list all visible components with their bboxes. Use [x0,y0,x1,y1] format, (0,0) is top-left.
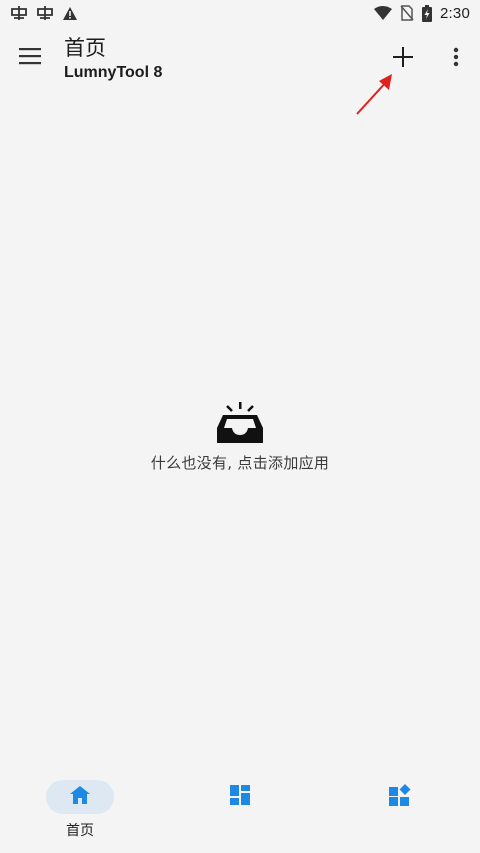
nav-pill-dashboard [206,780,274,814]
wifi-icon [374,6,392,20]
nav-item-dashboard[interactable] [180,780,300,844]
nav-active-indicator [46,780,114,814]
dashboard-icon [230,785,250,809]
add-app-button[interactable] [386,42,420,76]
more-vert-icon [453,47,459,71]
nav-pill-widgets [366,780,434,814]
status-time: 2:30 [440,4,470,22]
bottom-navigation: 首页 [0,770,480,853]
nav-label-home: 首页 [66,823,94,839]
page-title: 首页 [64,36,106,60]
app-screen: 2:30 首页 LumnyTool 8 什么也没有, 点击添加应用 首页 [0,0,480,853]
menu-button[interactable] [12,40,48,76]
nav-item-home[interactable]: 首页 [20,780,140,844]
battery-charging-icon [422,4,432,22]
bug-icon [36,5,54,21]
status-bar-right: 2:30 [374,4,470,22]
page-subtitle: LumnyTool 8 [64,64,163,81]
menu-icon [19,47,41,69]
app-bar: 首页 LumnyTool 8 [0,26,480,96]
more-options-button[interactable] [442,42,470,76]
empty-state-message: 什么也没有, 点击添加应用 [150,454,330,472]
no-sim-icon [400,5,414,21]
home-icon [70,786,90,808]
plus-icon [393,47,413,71]
nav-item-widgets[interactable] [340,780,460,844]
bug-icon [10,5,28,21]
warning-icon [62,6,78,21]
title-block: 首页 LumnyTool 8 [64,34,162,84]
status-bar: 2:30 [0,0,480,26]
inbox-icon [215,400,265,444]
empty-state: 什么也没有, 点击添加应用 [0,400,480,473]
status-bar-left [10,5,78,21]
widgets-icon [389,784,411,810]
